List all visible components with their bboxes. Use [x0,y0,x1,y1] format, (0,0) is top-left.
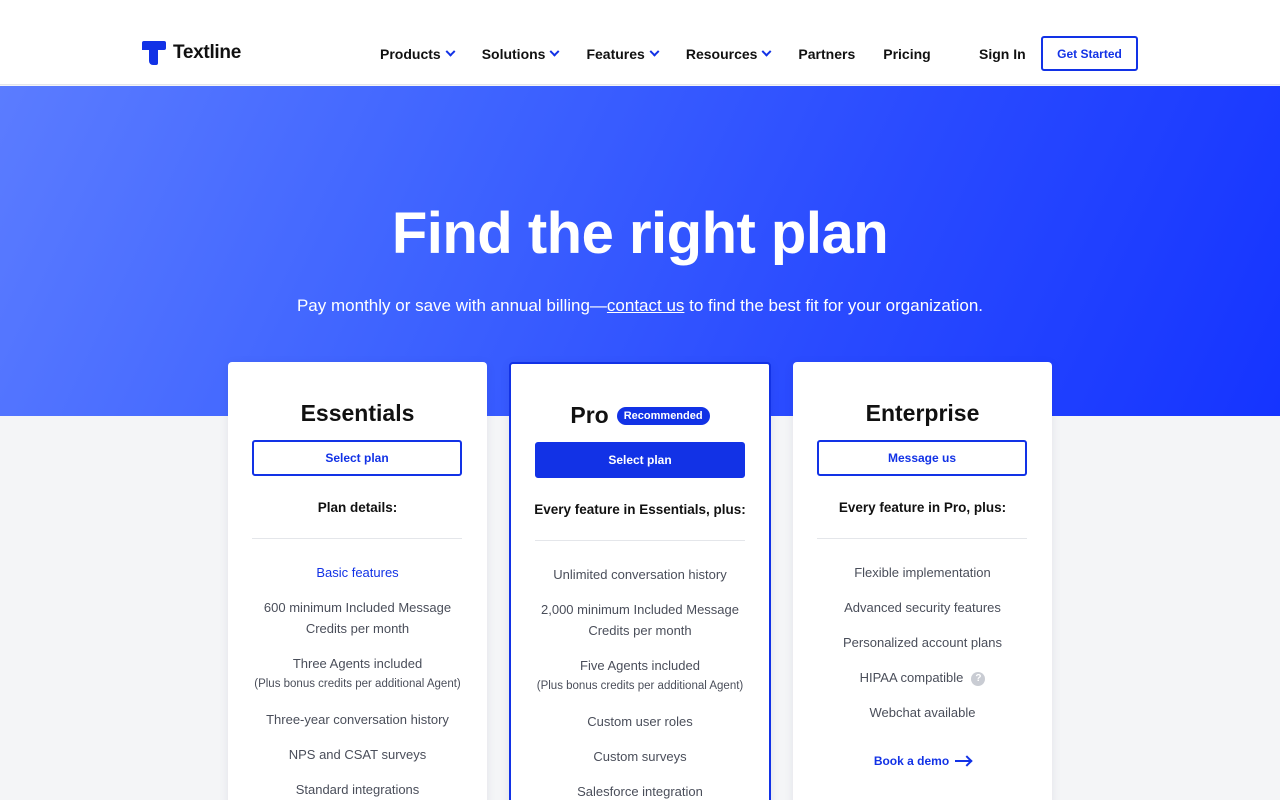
nav-features[interactable]: Features [586,44,660,64]
plan-details-heading: Plan details: [317,500,398,515]
list-item: 2,000 minimum Included Message Credits p… [541,602,739,638]
chevron-down-icon [550,46,560,57]
list-item: Flexible implementation [854,565,991,580]
feature-note: (Plus bonus credits per additional Agent… [536,680,744,692]
nav-resources-label: Resources [685,46,758,62]
list-item: HIPAA compatible? [793,667,1052,688]
list-item: 600 minimum Included Message Credits per… [263,600,452,636]
main-nav: Products Solutions Features Resources Pa… [380,44,959,64]
feature-list: Flexible implementation Advanced securit… [793,562,1052,737]
book-demo-label: Book a demo [873,754,950,768]
list-item: Webchat available [869,705,976,720]
feature-list: Basic features 600 minimum Included Mess… [228,562,487,800]
book-demo-link[interactable]: Book a demo [793,754,1052,768]
feature-list: Unlimited conversation history 2,000 min… [511,564,769,800]
plan-name: Pro [570,402,609,428]
textline-logo-icon [142,41,166,65]
nav-pricing-label: Pricing [883,46,931,62]
list-item: Salesforce integration [577,784,703,799]
site-header: Textline Products Solutions Features Res… [0,0,1280,85]
nav-products-label: Products [380,46,441,62]
list-item: Three Agents included (Plus bonus credit… [228,653,487,695]
plan-name: Essentials [300,400,415,426]
hero-subtitle: Pay monthly or save with annual billing—… [0,296,1280,316]
feature-text: Five Agents included [580,658,700,673]
chevron-down-icon [761,46,772,57]
chevron-down-icon [445,46,456,57]
nav-solutions-label: Solutions [481,46,546,62]
plan-card-pro: Pro Recommended Select plan Every featur… [509,362,771,800]
list-item: Advanced security features [844,600,1001,615]
message-us-button[interactable]: Message us [817,440,1027,476]
help-icon[interactable]: ? [971,672,986,686]
select-plan-button[interactable]: Select plan [535,442,745,478]
subtitle-text-after: to find the best fit for your organizati… [684,296,984,315]
chevron-down-icon [649,46,660,57]
nav-partners-label: Partners [798,46,856,62]
list-item: Three-year conversation history [266,712,449,727]
list-item: Custom surveys [593,749,687,764]
nav-resources[interactable]: Resources [685,44,772,64]
nav-features-label: Features [586,46,645,62]
recommended-badge: Recommended [616,406,710,425]
textline-logo[interactable]: Textline [142,41,241,65]
plan-name: Enterprise [865,400,980,426]
divider [817,538,1027,539]
plan-details-heading: Every feature in Pro, plus: [838,500,1007,515]
logo-text: Textline [173,42,241,63]
plan-title-row: Pro Recommended [511,402,769,429]
feature-text: Three Agents included [292,656,423,671]
list-item: Custom user roles [587,714,693,729]
plan-card-essentials: Essentials Select plan Plan details: Bas… [228,362,487,800]
page-title: Find the right plan [391,201,889,266]
get-started-button[interactable]: Get Started [1041,36,1138,71]
nav-pricing[interactable]: Pricing [883,44,930,64]
nav-products[interactable]: Products [380,44,456,64]
sign-in-link[interactable]: Sign In [979,46,1026,62]
feature-text: HIPAA compatible [859,670,964,685]
list-item: NPS and CSAT surveys [288,747,427,762]
arrow-right-icon [955,760,972,762]
divider [535,540,745,541]
nav-solutions[interactable]: Solutions [481,44,560,64]
plan-details-heading: Every feature in Essentials, plus: [534,502,746,517]
list-item: Unlimited conversation history [553,567,727,582]
basic-features-link[interactable]: Basic features [228,562,487,583]
nav-partners[interactable]: Partners [798,44,855,64]
list-item: Five Agents included (Plus bonus credits… [511,655,769,697]
select-plan-button[interactable]: Select plan [252,440,462,476]
list-item: Standard integrations [295,782,420,797]
divider [252,538,462,539]
feature-note: (Plus bonus credits per additional Agent… [254,678,461,690]
contact-us-link[interactable]: contact us [607,296,685,315]
list-item: Personalized account plans [843,635,1002,650]
subtitle-text-before: Pay monthly or save with annual billing— [296,296,607,315]
plan-card-enterprise: Enterprise Message us Every feature in P… [793,362,1052,800]
